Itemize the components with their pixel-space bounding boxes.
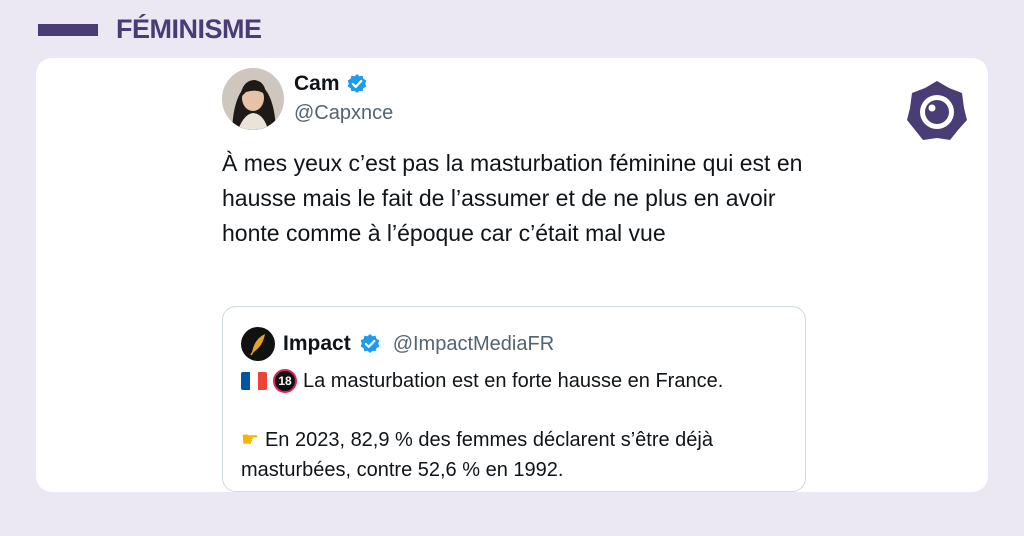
author-name[interactable]: Cam bbox=[294, 72, 340, 96]
quoted-body: ☛ En 2023, 82,9 % des femmes déclarent s’… bbox=[241, 425, 801, 485]
quoted-headline: La masturbation est en forte hausse en F… bbox=[303, 369, 724, 392]
quoted-author-row: Impact @ImpactMediaFR bbox=[241, 327, 554, 361]
brand-logo-icon bbox=[907, 81, 967, 140]
quoted-avatar[interactable] bbox=[241, 327, 275, 361]
verified-badge-icon bbox=[360, 334, 379, 353]
quill-icon bbox=[250, 334, 265, 356]
author-handle[interactable]: @Capxnce bbox=[294, 102, 393, 125]
quoted-body-text: En 2023, 82,9 % des femmes déclarent s’ê… bbox=[241, 429, 713, 481]
pointing-hand-icon: ☛ bbox=[241, 429, 259, 451]
category-label: FÉMINISME bbox=[116, 14, 262, 44]
quoted-headline-row: 18 La masturbation est en forte hausse e… bbox=[241, 369, 723, 393]
verified-badge-icon bbox=[347, 74, 366, 93]
france-flag-icon bbox=[241, 372, 267, 390]
avatar[interactable] bbox=[222, 68, 284, 130]
quoted-author-handle[interactable]: @ImpactMediaFR bbox=[393, 333, 554, 356]
category-bar bbox=[38, 24, 98, 36]
tweet-text: À mes yeux c’est pas la masturbation fém… bbox=[222, 150, 803, 246]
quoted-tweet[interactable]: Impact @ImpactMediaFR 18 La masturbation… bbox=[222, 306, 806, 492]
tweet-card: Cam @Capxnce À mes yeux c’est pas la mas… bbox=[36, 58, 988, 492]
author-row: Cam bbox=[294, 72, 368, 96]
quoted-author-name[interactable]: Impact bbox=[283, 332, 351, 356]
age-restriction-badge: 18 bbox=[273, 369, 297, 393]
